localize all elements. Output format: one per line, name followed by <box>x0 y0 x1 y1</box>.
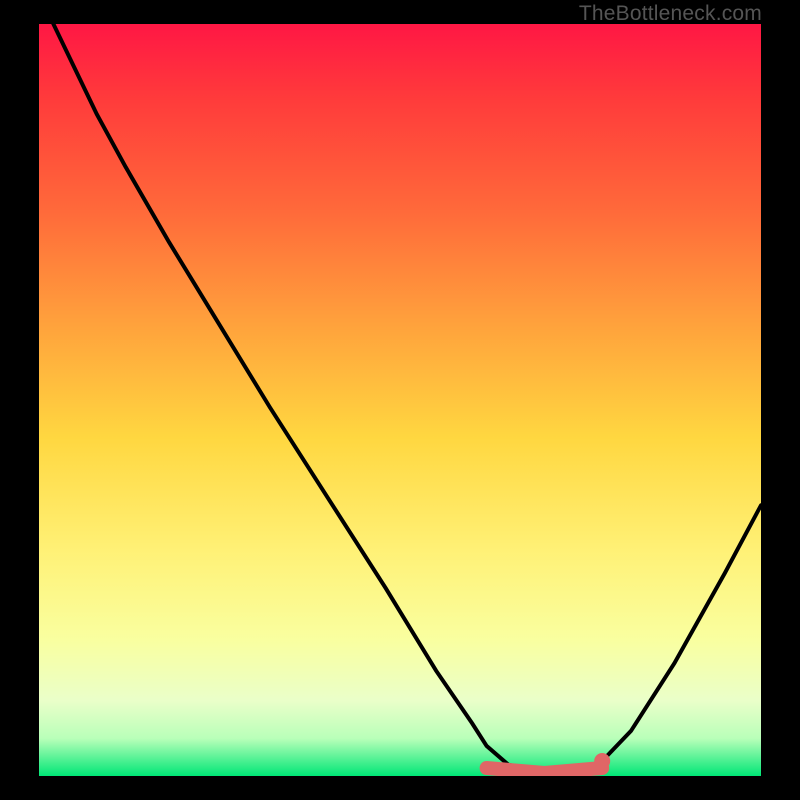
chart-svg <box>39 24 761 776</box>
optimal-segment <box>487 768 603 773</box>
marker-dot <box>594 753 610 769</box>
bottleneck-curve <box>39 24 761 771</box>
chart-frame: TheBottleneck.com <box>0 0 800 800</box>
plot-area <box>39 24 761 776</box>
watermark-text: TheBottleneck.com <box>579 2 762 26</box>
